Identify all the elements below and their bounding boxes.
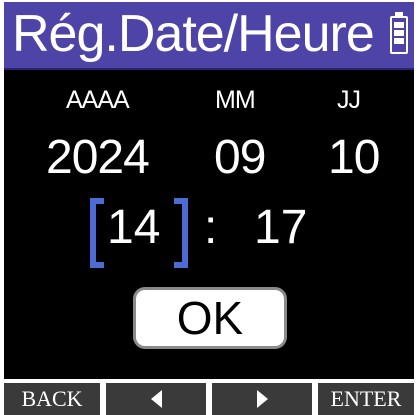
lcd-screen: Rég.Date/Heure AAAA MM JJ 2024 09 10 14 … [4, 2, 414, 379]
device-frame: Rég.Date/Heure AAAA MM JJ 2024 09 10 14 … [0, 0, 418, 415]
day-field[interactable]: 10 [328, 130, 380, 185]
hour-field[interactable]: 14 [107, 200, 160, 255]
enter-button-label: ENTER [330, 386, 402, 411]
back-button-label: BACK [21, 386, 83, 411]
ok-button[interactable]: OK [133, 287, 287, 349]
selection-bracket-right [174, 198, 188, 268]
battery-cell [394, 30, 404, 36]
day-label: JJ [337, 86, 361, 114]
ok-button-label: OK [176, 292, 244, 344]
page-title: Rég.Date/Heure [12, 5, 375, 63]
minute-field[interactable]: 17 [254, 200, 307, 255]
year-label: AAAA [66, 86, 130, 114]
battery-cell [394, 38, 404, 44]
right-button[interactable] [212, 383, 312, 415]
selection-bracket-left [90, 198, 104, 268]
month-label: MM [215, 86, 256, 114]
month-field[interactable]: 09 [214, 130, 266, 185]
title-bar: Rég.Date/Heure [4, 2, 414, 70]
back-button[interactable]: BACK [4, 383, 100, 415]
softkey-bar: BACK ENTER [0, 383, 418, 415]
battery-cell [394, 22, 404, 28]
right-arrow-icon [256, 390, 268, 408]
left-button[interactable] [106, 383, 206, 415]
year-field[interactable]: 2024 [46, 130, 150, 185]
enter-button[interactable]: ENTER [318, 383, 414, 415]
left-arrow-icon [150, 390, 162, 408]
time-separator: : [204, 201, 218, 254]
battery-icon [390, 12, 408, 54]
